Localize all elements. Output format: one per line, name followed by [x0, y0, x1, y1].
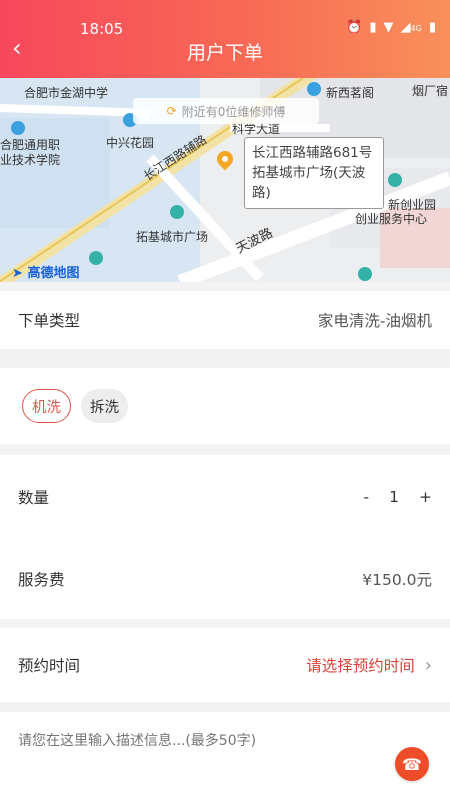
battery-icon: ▮	[428, 20, 436, 35]
order-type-value: 家电清洗-油烟机	[317, 312, 432, 330]
chevron-right-icon: ›	[424, 654, 432, 676]
service-fee-value: ¥150.0元	[362, 571, 432, 589]
nearby-text: 附近有0位维修师傅	[181, 104, 286, 119]
nearby-technicians-badge: ⟳ 附近有0位维修师傅	[133, 98, 319, 124]
order-type-label: 下单类型	[18, 312, 81, 330]
vibrate-icon: ▮	[369, 20, 377, 35]
quantity-label: 数量	[18, 489, 50, 507]
signal-icon: ◢4G	[400, 20, 422, 35]
service-fee-label: 服务费	[18, 571, 65, 589]
map-label-xinxi: 新西茗阁	[326, 86, 375, 100]
map-logo: ➤ 高德地图	[12, 266, 80, 281]
wash-options-section: 机洗 拆洗	[0, 368, 450, 444]
status-time: 18:05	[80, 20, 124, 38]
order-type-section: 下单类型 家电清洗-油烟机	[0, 291, 450, 349]
navigation-arrow-icon: ➤	[12, 266, 23, 281]
quantity-stepper: - 1 +	[364, 488, 432, 506]
map-label-yanchang: 烟厂宿	[412, 84, 449, 98]
refresh-icon: ⟳	[166, 104, 177, 118]
map-label-school: 合肥市金湖中学	[24, 86, 109, 100]
appointment-section[interactable]: 预约时间 请选择预约时间 ›	[0, 628, 450, 702]
map-label-zhongxing: 中兴花园	[106, 136, 155, 150]
quantity-value: 1	[389, 488, 399, 506]
option-machine-wash[interactable]: 机洗	[22, 389, 71, 423]
customer-service-button[interactable]: ☎	[395, 747, 429, 781]
quantity-plus-button[interactable]: +	[419, 488, 432, 506]
page-title: 用户下单	[186, 42, 263, 64]
address-popup[interactable]: 长江西路辅路681号拓基城市广场(天波路)	[244, 137, 384, 209]
alarm-icon: ⏰	[346, 20, 363, 35]
map-label-tuoji: 拓基城市广场	[136, 230, 209, 244]
map-label-chuangye-center: 创业服务中心	[355, 212, 428, 226]
quantity-fee-section: 数量 - 1 + 服务费 ¥150.0元	[0, 455, 450, 619]
service-fee-row: 服务费 ¥150.0元	[0, 539, 450, 619]
appointment-picker[interactable]: 请选择预约时间 ›	[306, 654, 432, 676]
wifi-icon: ▼	[383, 20, 394, 35]
app-header: 18:05 ⏰ ▮ ▼ ◢4G ▮ ‹ 用户下单	[0, 0, 450, 78]
appointment-value: 请选择预约时间	[306, 657, 415, 675]
option-disassemble-wash[interactable]: 拆洗	[81, 389, 128, 423]
quantity-row: 数量 - 1 +	[0, 455, 450, 539]
status-icons: ⏰ ▮ ▼ ◢4G ▮	[346, 20, 436, 35]
map-label-college: 合肥通用职业技术学院	[0, 138, 61, 167]
headset-icon: ☎	[402, 754, 422, 774]
appointment-label: 预约时间	[18, 657, 81, 675]
description-input[interactable]	[0, 712, 450, 800]
quantity-minus-button[interactable]: -	[364, 488, 370, 506]
